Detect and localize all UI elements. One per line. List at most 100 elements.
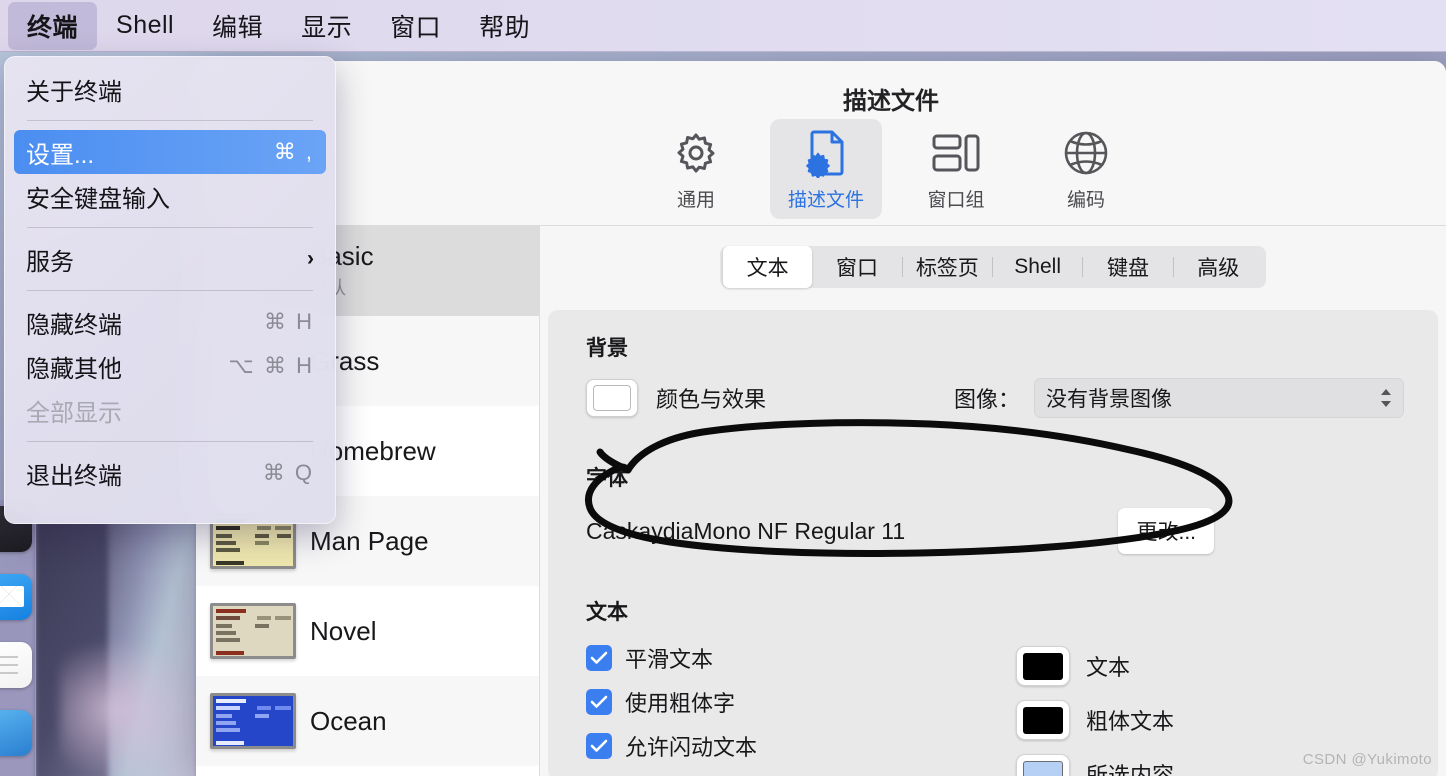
swatch-row-selection[interactable]: 所选内容 [1016, 754, 1174, 776]
menu-separator [27, 227, 313, 228]
menu-help[interactable]: 帮助 [460, 2, 549, 50]
tab-advanced[interactable]: 高级 [1174, 246, 1263, 288]
menu-separator [27, 120, 313, 121]
color-chip [593, 385, 631, 411]
watermark: CSDN @Yukimoto [1302, 751, 1432, 768]
profile-thumbnail [210, 693, 296, 749]
chevron-right-icon: › [307, 247, 314, 270]
swatch-row-text[interactable]: 文本 [1016, 646, 1174, 686]
menu-item-label: 安全键盘输入 [26, 185, 170, 213]
profile-name: Man Page [310, 525, 429, 556]
terminal-menu-dropdown: 关于终端 设置... ⌘ , 安全键盘输入 服务 › 隐藏终端 ⌘ H 隐藏其他… [4, 56, 336, 524]
menu-item-shortcut: ⌘ H [264, 309, 314, 334]
background-image-select[interactable]: 没有背景图像 [1034, 378, 1404, 418]
checkbox-label: 平滑文本 [625, 647, 714, 672]
menu-terminal[interactable]: 终端 [8, 1, 98, 50]
checkbox-icon[interactable] [586, 645, 612, 671]
tab-tabs[interactable]: 标签页 [903, 246, 992, 288]
terminal-settings-window: 描述文件 通用 描述文件 窗口组 编码 Basic Grass Homebrew… [196, 61, 1446, 776]
toolbar-item-general[interactable]: 通用 [640, 119, 752, 219]
chevron-updown-icon [1380, 388, 1392, 408]
menu-item-shortcut: ⌥ ⌘ H [228, 353, 314, 378]
toolbar-item-window-groups[interactable]: 窗口组 [900, 119, 1012, 219]
tab-shell[interactable]: Shell [993, 249, 1082, 285]
menu-shell[interactable]: Shell [97, 5, 193, 46]
checkbox-icon[interactable] [586, 689, 612, 715]
background-row: 颜色与效果 图像： 没有背景图像 [586, 378, 1404, 418]
menu-edit[interactable]: 编辑 [193, 2, 282, 50]
menu-item-label: 隐藏终端 [26, 311, 122, 339]
tab-bar: 文本 窗口 标签页 Shell 键盘 高级 [720, 246, 1266, 288]
menu-item-hide-terminal[interactable]: 隐藏终端 ⌘ H [14, 300, 326, 344]
menu-item-show-all: 全部显示 [14, 388, 326, 432]
menu-item-label: 隐藏其他 [26, 355, 122, 383]
text-settings-panel: 背景 颜色与效果 图像： 没有背景图像 字体 CaskaydiaMono NF … [548, 310, 1438, 776]
menu-separator [27, 290, 313, 291]
menu-item-quit-terminal[interactable]: 退出终端 ⌘ Q [14, 451, 326, 495]
text-color-well[interactable] [1016, 646, 1070, 686]
menu-item-label: 服务 [26, 248, 74, 276]
text-color-column: 文本 粗体文本 所选内容 [1016, 642, 1174, 776]
font-section-title: 字体 [586, 467, 628, 490]
swatch-label: 文本 [1086, 655, 1131, 680]
background-color-label: 颜色与效果 [656, 387, 767, 412]
dock[interactable] [0, 500, 36, 776]
menu-view[interactable]: 显示 [282, 2, 371, 50]
change-font-button[interactable]: 更改... [1118, 508, 1214, 554]
toolbar-item-profiles[interactable]: 描述文件 [770, 119, 882, 219]
text-section-title: 文本 [586, 601, 628, 624]
background-image-label: 图像： [953, 387, 1020, 412]
background-color-well[interactable] [586, 379, 638, 417]
toolbar-item-encodings[interactable]: 编码 [1030, 119, 1142, 219]
menu-bar: 终端 Shell 编辑 显示 窗口 帮助 [0, 0, 1446, 52]
checkbox-row-antialias[interactable]: 平滑文本 [586, 642, 1016, 674]
menu-item-hide-others[interactable]: 隐藏其他 ⌥ ⌘ H [14, 344, 326, 388]
menu-item-shortcut: ⌘ Q [262, 460, 314, 485]
checkbox-row-blink[interactable]: 允许闪动文本 [586, 730, 1016, 762]
menu-item-label: 设置... [26, 141, 95, 169]
menu-window[interactable]: 窗口 [371, 2, 460, 50]
profile-row-ocean[interactable]: Ocean [196, 676, 539, 766]
selection-color-well[interactable] [1016, 754, 1070, 776]
checkbox-label: 使用粗体字 [625, 691, 736, 716]
dock-icon-notes[interactable] [0, 642, 32, 688]
checkbox-label: 允许闪动文本 [625, 735, 758, 760]
globe-icon [1058, 127, 1114, 179]
menu-item-secure-keyboard[interactable]: 安全键盘输入 [14, 174, 326, 218]
window-body: Basic 默认 Grass Homebrew [196, 226, 1446, 776]
tab-keyboard[interactable]: 键盘 [1083, 246, 1172, 288]
toolbar-items: 通用 描述文件 窗口组 编码 [196, 119, 1446, 219]
profile-row-novel[interactable]: Novel [196, 586, 539, 676]
tab-text[interactable]: 文本 [723, 246, 813, 288]
menu-item-about[interactable]: 关于终端 [14, 67, 326, 111]
bold-text-color-well[interactable] [1016, 700, 1070, 740]
color-chip [1023, 652, 1063, 680]
toolbar-item-label: 窗口组 [927, 189, 985, 211]
profile-name: Ocean [310, 705, 387, 736]
window-toolbar: 描述文件 通用 描述文件 窗口组 编码 [196, 61, 1446, 226]
gear-icon [668, 127, 724, 179]
checkbox-icon[interactable] [586, 733, 612, 759]
menu-item-shortcut: ⌘ , [273, 139, 314, 164]
toolbar-item-label: 描述文件 [787, 189, 864, 211]
tab-window[interactable]: 窗口 [812, 246, 901, 288]
toolbar-item-label: 通用 [676, 189, 715, 211]
font-value: CaskaydiaMono NF Regular 11 [586, 517, 906, 544]
swatch-label: 所选内容 [1086, 763, 1175, 776]
wallpaper-haze [60, 640, 200, 776]
dock-icon-app[interactable] [0, 710, 32, 756]
dock-icon-mail[interactable] [0, 574, 32, 620]
document-gear-icon [798, 127, 854, 179]
menu-item-services[interactable]: 服务 › [14, 237, 326, 281]
background-image-value: 没有背景图像 [1046, 388, 1172, 411]
text-checkbox-column: 平滑文本 使用粗体字 允许闪动文本 [586, 642, 1016, 776]
note-line-icon [0, 656, 18, 658]
menu-item-settings[interactable]: 设置... ⌘ , [14, 130, 326, 174]
color-chip [1023, 706, 1063, 734]
profile-thumbnail [210, 603, 296, 659]
menu-item-label: 关于终端 [26, 78, 122, 106]
checkbox-row-bold[interactable]: 使用粗体字 [586, 686, 1016, 718]
swatch-row-bold-text[interactable]: 粗体文本 [1016, 700, 1174, 740]
font-row: CaskaydiaMono NF Regular 11 更改... [586, 508, 1404, 554]
mail-icon [0, 586, 24, 607]
